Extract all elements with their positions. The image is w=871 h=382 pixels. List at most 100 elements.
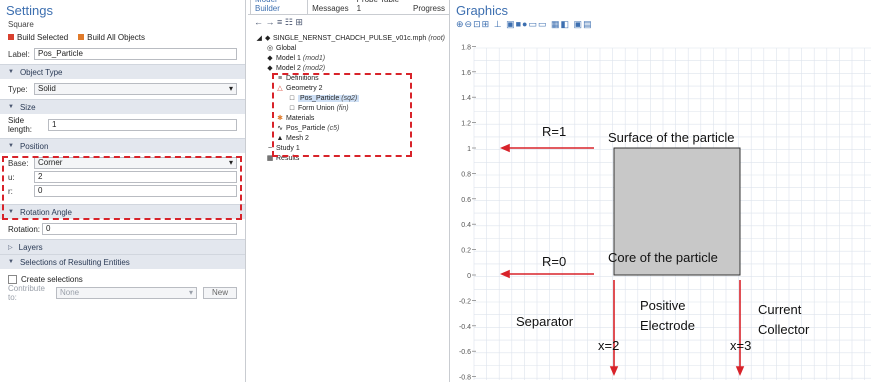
- axis-icon[interactable]: ⊥: [494, 19, 503, 29]
- y-tick-label: 1: [467, 146, 471, 153]
- label-surface: Surface of the particle: [608, 130, 734, 145]
- create-selections-checkbox[interactable]: [8, 274, 17, 284]
- model-icon: ◆: [265, 35, 271, 42]
- point-icon[interactable]: ▭: [538, 19, 548, 29]
- collapse-icon: ▼: [8, 259, 14, 265]
- build-all-icon: [78, 33, 85, 40]
- arrow-r0-head: [499, 269, 510, 279]
- model-icon: ◆: [267, 55, 273, 62]
- object-type-section[interactable]: ▼ Object Type: [0, 64, 245, 79]
- collapse-icon: ▼: [8, 69, 14, 75]
- label-r0: R=0: [542, 254, 566, 269]
- y-tick-label: 1.4: [461, 95, 471, 102]
- settings-panel: Settings Square Build Selected Build All…: [0, 0, 246, 382]
- graphics-title: Graphics: [456, 3, 509, 18]
- rotation-label: Rotation:: [8, 224, 41, 234]
- boundary-icon[interactable]: ▭: [528, 19, 538, 29]
- create-selections-label: Create selections: [21, 274, 83, 284]
- y-tick-label: 1.8: [461, 44, 471, 51]
- type-select[interactable]: Solid ▾: [34, 83, 237, 95]
- y-tick-label: -0.6: [459, 349, 471, 356]
- label-field[interactable]: Pos_Particle: [34, 48, 237, 60]
- expand-icon: ▷: [8, 244, 13, 251]
- y-tick-label: 0.2: [461, 248, 471, 255]
- model-icon: ◆: [267, 65, 273, 72]
- highlight-box-position: [2, 156, 242, 220]
- tree-node-global[interactable]: ◎ Global: [252, 43, 445, 53]
- model-builder-panel: Model Builder Messages Probe Table 1 Pro…: [248, 0, 450, 382]
- label-field-label: Label:: [8, 49, 30, 59]
- forward-icon[interactable]: →: [266, 17, 275, 27]
- y-tick-label: -0.2: [459, 298, 471, 305]
- tree-toolbar: ← → ≡ ☷ ⊞: [248, 15, 449, 31]
- label-r1: R=1: [542, 124, 566, 139]
- build-selected-icon: [8, 33, 14, 40]
- y-axis-ticks: 1.8 1.6 1.4 1.2 1 0.8 0.6 0.4 0.2 0 -0.2 -0.4 -0.6 -0…: [459, 44, 476, 382]
- collapse-icon: ▼: [8, 104, 14, 110]
- y-tick-label: -0.8: [459, 375, 471, 382]
- chevron-down-icon: ▾: [228, 84, 233, 93]
- contribute-label: Contribute to:: [8, 284, 45, 302]
- filter-icon[interactable]: ≡: [277, 17, 282, 27]
- light-icon[interactable]: ◧: [561, 19, 571, 29]
- image-icon[interactable]: ▣: [574, 19, 584, 29]
- graphics-canvas[interactable]: 1.8 1.6 1.4 1.2 1 0.8 0.6 0.4 0.2 0 -0.2 -0.4 -0.6 -0…: [452, 34, 871, 382]
- tree-tabs: Model Builder Messages Probe Table 1 Pro…: [248, 0, 449, 15]
- label-x3: x=3: [730, 338, 751, 353]
- select-icon[interactable]: ▣: [506, 19, 516, 29]
- y-tick-label: 0.6: [461, 197, 471, 204]
- y-tick-label: 0.8: [461, 171, 471, 178]
- new-button[interactable]: New: [202, 287, 237, 299]
- tab-model-builder[interactable]: Model Builder: [250, 0, 309, 14]
- expand-all-icon[interactable]: ⊞: [295, 17, 303, 27]
- tree-node-model-1[interactable]: ◆ Model 1 (mod1): [252, 53, 445, 63]
- zoom-extents-icon[interactable]: ⊞: [482, 19, 491, 29]
- label-x2: x=2: [598, 338, 619, 353]
- tab-probe-table[interactable]: Probe Table 1: [353, 0, 409, 14]
- zoom-out-icon[interactable]: ⊖: [465, 19, 474, 29]
- selections-section[interactable]: ▼ Selections of Resulting Entities: [0, 254, 245, 269]
- arrow-x2-head: [609, 366, 619, 377]
- zoom-in-icon[interactable]: ⊕: [456, 19, 465, 29]
- rotation-field[interactable]: 0: [42, 223, 237, 235]
- tree-node-model-2[interactable]: ◆ Model 2 (mod2): [252, 63, 445, 73]
- build-all-button[interactable]: Build All Objects: [78, 33, 145, 42]
- label-current: Current: [758, 302, 802, 317]
- y-tick-label: 1.6: [461, 70, 471, 77]
- arrow-x3-head: [735, 366, 745, 377]
- back-icon[interactable]: ←: [254, 17, 263, 27]
- settings-subtitle: Square: [8, 20, 34, 29]
- tree-node-root[interactable]: ◢ ◆ SINGLE_NERNST_CHADCH_PULSE_v01c.mph (ro…: [252, 33, 445, 43]
- graphics-toolbar: ⊕⊖⊡⊞ ⊥ ▣■●▭▭ ▦◧ ▣▤: [452, 19, 871, 31]
- graphics-panel: Graphics ⊕⊖⊡⊞ ⊥ ▣■●▭▭ ▦◧ ▣▤ 1.8 1.6 1.4 1.2…: [452, 0, 871, 382]
- label-electrode: Electrode: [640, 318, 695, 333]
- position-section[interactable]: ▼ Position: [0, 138, 245, 153]
- build-selected-button[interactable]: Build Selected: [8, 33, 68, 42]
- side-length-label: Side length:: [8, 116, 33, 134]
- collapse-icon: ▼: [8, 143, 14, 149]
- y-tick-label: 0: [467, 273, 471, 280]
- grid-icon[interactable]: ▦: [551, 19, 561, 29]
- tab-messages[interactable]: Messages: [308, 3, 352, 14]
- highlight-box-geometry: [272, 73, 412, 157]
- type-label: Type:: [8, 84, 28, 94]
- collapse-icon: ◢: [256, 35, 262, 42]
- arrow-r1-head: [499, 143, 510, 153]
- tree-options-icon[interactable]: ☷: [285, 17, 293, 27]
- label-collector: Collector: [758, 322, 810, 337]
- y-tick-label: 0.4: [461, 222, 471, 229]
- y-tick-label: 1.2: [461, 121, 471, 128]
- print-icon[interactable]: ▤: [583, 19, 593, 29]
- side-length-field[interactable]: 1: [48, 119, 237, 131]
- zoom-box-icon[interactable]: ⊡: [473, 19, 482, 29]
- size-section[interactable]: ▼ Size: [0, 99, 245, 114]
- label-positive: Positive: [640, 298, 686, 313]
- tab-progress[interactable]: Progress: [409, 3, 449, 14]
- contribute-select[interactable]: None ▾: [56, 287, 197, 299]
- layers-section[interactable]: ▷ Layers: [0, 239, 245, 254]
- label-core: Core of the particle: [608, 250, 718, 265]
- global-icon: ◎: [266, 45, 274, 52]
- y-tick-label: -0.4: [459, 324, 471, 331]
- label-separator: Separator: [516, 314, 574, 329]
- settings-title: Settings: [6, 3, 53, 18]
